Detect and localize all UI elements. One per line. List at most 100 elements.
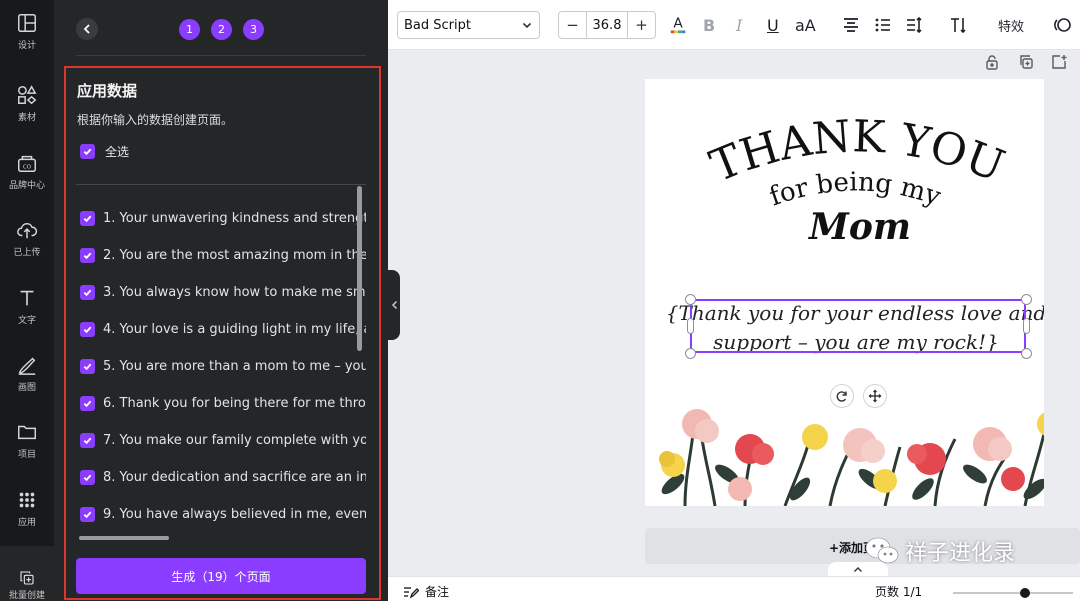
animate-icon[interactable] (1052, 13, 1072, 37)
text-selection-box[interactable] (690, 299, 1026, 353)
rail-item-design[interactable]: 设计 (0, 0, 54, 60)
select-all-checkbox[interactable]: 全选 (80, 143, 129, 160)
left-rail: 设计 素材 CO 品牌中心 已上传 文字 画图 项目 应用 批量创建 (0, 0, 54, 601)
rail-item-brand[interactable]: CO 品牌中心 (0, 140, 54, 200)
checkbox-checked-icon (80, 248, 95, 263)
list-item[interactable]: 9. You have always believed in me, even … (80, 496, 366, 530)
generate-pages-button[interactable]: 生成（19）个页面 (76, 558, 366, 594)
resize-handle-right[interactable] (1023, 318, 1030, 334)
rail-item-bulk-create[interactable]: 批量创建 (0, 546, 54, 601)
bulk-create-icon (20, 571, 34, 585)
resize-handle-top-left[interactable] (685, 294, 696, 305)
zoom-slider[interactable] (953, 588, 1073, 598)
list-item[interactable]: 7. You make our family complete with you… (80, 422, 366, 459)
watermark: 祥子进化录 (865, 535, 1015, 567)
checkbox-checked-icon (80, 396, 95, 411)
lock-icon[interactable] (984, 54, 1000, 70)
text-direction-icon[interactable] (948, 13, 968, 37)
divider (76, 55, 366, 56)
rail-item-label: 项目 (17, 450, 36, 460)
bulk-create-panel: 1 2 3 应用数据 根据你输入的数据创建页面。 全选 1. Your unwa… (54, 0, 388, 601)
rail-item-label: 品牌中心 (8, 181, 45, 191)
align-center-icon[interactable] (841, 13, 861, 37)
text-toolbar: Bad Script − 36.8 + A B I U aA 特效 (388, 0, 1080, 50)
page-artwork: THANK YOU for being my Mom {Thank you fo… (659, 111, 1044, 506)
wechat-logo-icon (865, 537, 899, 564)
rail-item-label: 应用 (17, 518, 36, 528)
resize-handle-left[interactable] (687, 318, 694, 334)
rail-item-draw[interactable]: 画图 (0, 342, 54, 402)
horizontal-scrollbar[interactable] (79, 536, 169, 540)
resize-handle-top-right[interactable] (1021, 294, 1032, 305)
bottom-bar: 备注 页数 1/1 (388, 576, 1080, 601)
checkbox-checked-icon (80, 211, 95, 226)
back-button[interactable] (76, 18, 98, 40)
move-button[interactable] (863, 384, 887, 408)
zoom-slider-handle[interactable] (1020, 588, 1030, 598)
list-item-text: 5. You are more than a mom to me – you a… (103, 359, 366, 374)
heading-mom[interactable]: Mom (807, 206, 911, 248)
list-item-text: 4. Your love is a guiding light in my li… (103, 322, 366, 337)
rail-item-label: 批量创建 (8, 591, 45, 601)
watermark-text: 祥子进化录 (905, 541, 1016, 566)
checkbox-checked-icon (80, 433, 95, 448)
underline-icon[interactable]: U (767, 13, 779, 37)
list-item[interactable]: 1. Your unwavering kindness and strength (80, 200, 366, 237)
add-page-icon[interactable] (1051, 54, 1067, 70)
chevron-left-icon (391, 300, 397, 310)
layout-icon (18, 14, 36, 32)
rotate-button[interactable] (830, 384, 854, 408)
letter-case-button[interactable]: aA (795, 13, 816, 37)
step-2[interactable]: 2 (211, 19, 232, 40)
decrease-font-size-button[interactable]: − (559, 12, 586, 38)
bold-icon[interactable]: B (703, 13, 715, 37)
design-page[interactable]: THANK YOU for being my Mom {Thank you fo… (645, 79, 1044, 506)
italic-icon[interactable]: I (736, 13, 742, 37)
effects-button[interactable]: 特效 (998, 13, 1024, 37)
rail-item-label: 设计 (17, 41, 36, 51)
text-color-icon: A (670, 16, 686, 34)
resize-handle-bottom-left[interactable] (685, 348, 696, 359)
list-item[interactable]: 4. Your love is a guiding light in my li… (80, 311, 366, 348)
vertical-scrollbar[interactable] (357, 186, 362, 351)
rail-item-text[interactable]: 文字 (0, 275, 54, 335)
font-size-input[interactable]: 36.8 (586, 12, 628, 38)
rotate-icon (836, 391, 847, 402)
step-3[interactable]: 3 (243, 19, 264, 40)
apps-grid-icon (19, 492, 35, 508)
bullet-list-icon[interactable] (873, 13, 893, 37)
rail-item-elements[interactable]: 素材 (0, 72, 54, 132)
text-color-button[interactable]: A (668, 13, 688, 37)
list-item-text: 9. You have always believed in me, even … (103, 507, 366, 522)
section-description: 根据你输入的数据创建页面。 (77, 113, 234, 127)
list-item[interactable]: 8. Your dedication and sacrifice are an … (80, 459, 366, 496)
line-spacing-icon[interactable] (904, 13, 924, 37)
collapse-panel-handle[interactable] (388, 270, 400, 340)
checkbox-checked-icon (80, 144, 95, 159)
checkbox-checked-icon (80, 285, 95, 300)
cloud-upload-icon (17, 222, 38, 239)
list-item[interactable]: 5. You are more than a mom to me – you a… (80, 348, 366, 385)
checkbox-checked-icon (80, 359, 95, 374)
list-item[interactable]: 3. You always know how to make me smile (80, 274, 366, 311)
brand-icon: CO (18, 155, 36, 172)
draw-icon (18, 357, 36, 375)
list-item-text: 1. Your unwavering kindness and strength (103, 211, 366, 226)
svg-text:CO: CO (23, 165, 32, 171)
step-1[interactable]: 1 (179, 19, 200, 40)
increase-font-size-button[interactable]: + (628, 12, 655, 38)
list-item-text: 3. You always know how to make me smile (103, 285, 366, 300)
list-item[interactable]: 2. You are the most amazing mom in the w… (80, 237, 366, 274)
chevron-up-icon (854, 566, 862, 572)
rail-item-uploads[interactable]: 已上传 (0, 207, 54, 267)
rail-item-apps[interactable]: 应用 (0, 477, 54, 537)
duplicate-page-icon[interactable] (1018, 54, 1034, 70)
font-family-dropdown[interactable]: Bad Script (397, 11, 540, 39)
list-item[interactable]: 6. Thank you for being there for me thro… (80, 385, 366, 422)
notes-button[interactable]: 备注 (403, 583, 449, 600)
page-count[interactable]: 页数 1/1 (875, 583, 922, 600)
resize-handle-bottom-right[interactable] (1021, 348, 1032, 359)
checkbox-checked-icon (80, 470, 95, 485)
rail-item-projects[interactable]: 项目 (0, 409, 54, 469)
font-family-value: Bad Script (404, 17, 471, 33)
